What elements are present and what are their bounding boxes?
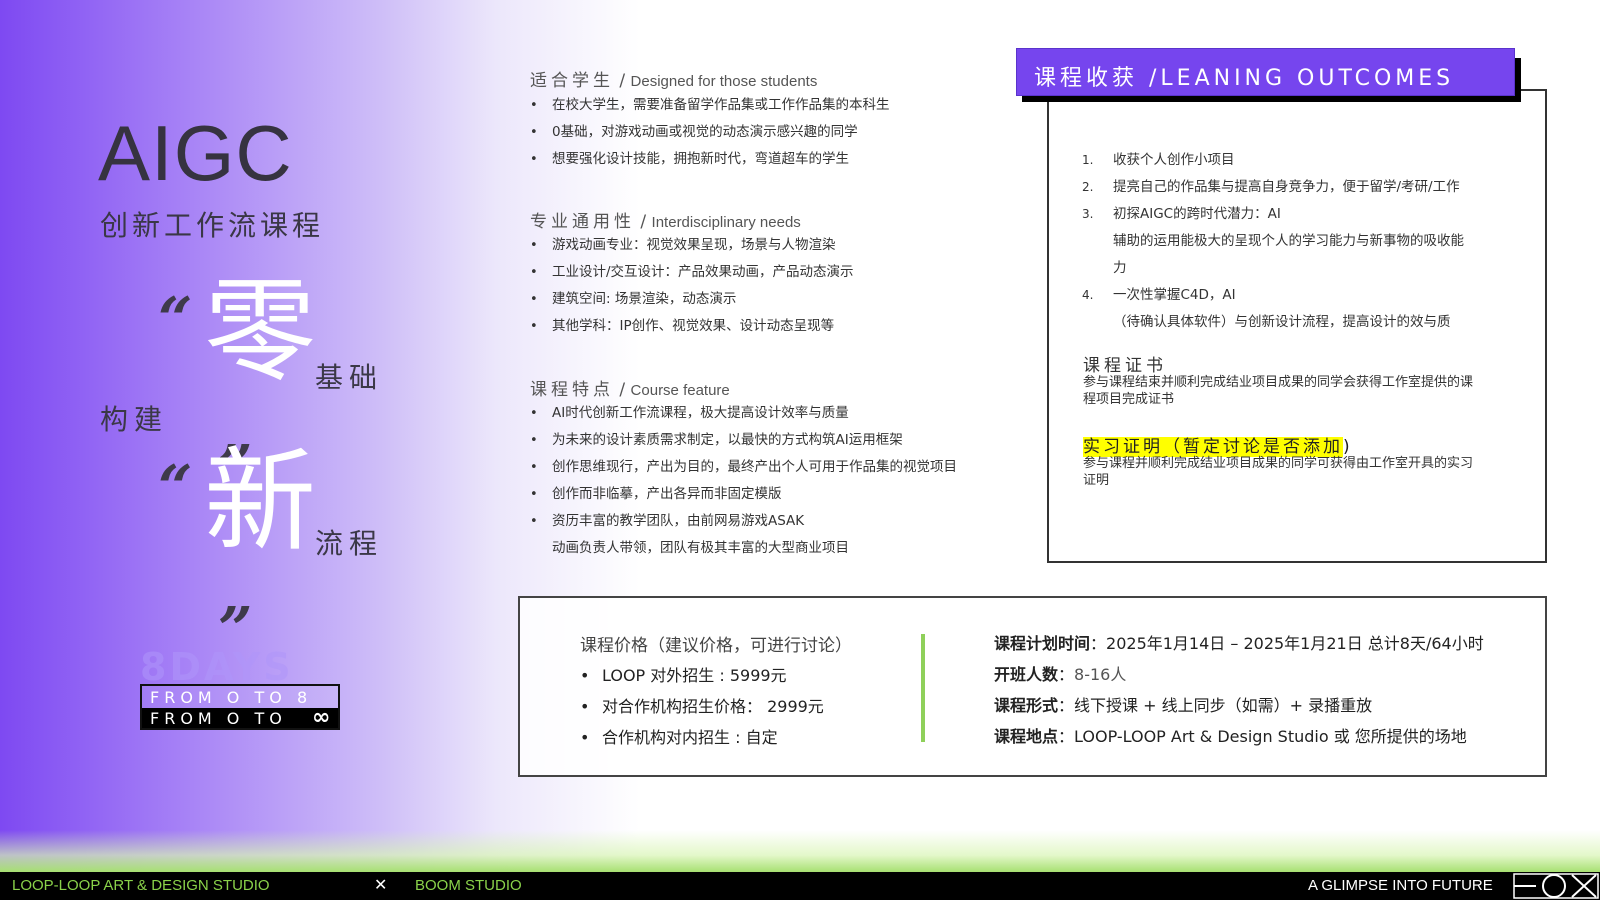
- class-size: 开班人数：8-16人: [994, 665, 1127, 684]
- list-item: （待确认具体软件）与创新设计流程，提高设计的效与质: [1113, 314, 1451, 330]
- list-item: 3. 初探AIGC的跨时代潜力：AI: [1082, 206, 1281, 222]
- price-list: LOOP 对外招生 : 5999元 对合作机构招生价格： 2999元 合作机构对…: [580, 660, 824, 753]
- features-list: AI时代创新工作流课程，极大提高设计效率与质量 为未来的设计素质需求制定，以最快…: [530, 400, 957, 562]
- list-item-continued: 动画负责人带领，团队有极其丰富的大型商业项目: [552, 540, 849, 556]
- course-format: 课程形式：线下授课 + 线上同步（如需）+ 录播重放: [994, 696, 1373, 715]
- list-item: 为未来的设计素质需求制定，以最快的方式构筑AI运用框架: [530, 427, 957, 454]
- hero-char-zero: 零: [204, 267, 316, 397]
- interdisciplinary-list: 游戏动画专业：视觉效果呈现，场景与人物渲染 工业设计/交互设计：产品效果动画，产…: [530, 232, 854, 340]
- list-item: LOOP 对外招生 : 5999元: [580, 660, 824, 691]
- list-item: 力: [1113, 260, 1127, 276]
- close-icon: ✕: [374, 877, 388, 894]
- internship-text: 参与课程并顺利完成结业项目成果的同学可获得由工作室开具的实习证明: [1083, 456, 1474, 488]
- list-item: 4. 一次性掌握C4D，AI: [1082, 287, 1236, 303]
- certificate-title: 课程证书: [1083, 356, 1167, 376]
- days-label: 8DAYS: [140, 645, 294, 689]
- hero-word-build: 构建: [100, 403, 169, 436]
- list-item: 其他学科：IP创作、视觉效果、设计动态呈现等: [530, 313, 854, 340]
- list-item: 0基础，对游戏动画或视觉的动态演示感兴趣的同学: [530, 119, 890, 146]
- from-zero-badge: FROM O TO 8 FROM O TO ∞: [140, 684, 340, 730]
- loop-logo-icon: [1513, 873, 1599, 899]
- outcomes-title: 课程收获 /LEANING OUTCOMES: [1034, 66, 1455, 91]
- hero-title: AIGC: [98, 109, 293, 197]
- features-section-title: 课程特点 / Course feature: [530, 380, 730, 400]
- interdisciplinary-section-title: 专业通用性 / Interdisciplinary needs: [530, 212, 801, 232]
- footer-studio-name: LOOP-LOOP ART & DESIGN STUDIO: [12, 877, 270, 894]
- footer-bar: LOOP-LOOP ART & DESIGN STUDIO ✕ BOOM STU…: [0, 872, 1600, 900]
- outcomes-title-bar: 课程收获 /LEANING OUTCOMES: [1016, 48, 1515, 96]
- list-item: 1. 收获个人创作小项目: [1082, 152, 1235, 168]
- from-line-1: FROM O TO 8: [150, 688, 313, 707]
- list-item: 辅助的运用能极大的呈现个人的学习能力与新事物的吸收能: [1113, 233, 1464, 249]
- list-item: 创作思维现行，产出为目的，最终产出个人可用于作品集的视觉项目: [530, 454, 957, 481]
- list-item: 想要强化设计技能，拥抱新时代，弯道超车的学生: [530, 146, 890, 173]
- course-location: 课程地点：LOOP-LOOP Art & Design Studio 或 您所提…: [994, 727, 1467, 746]
- students-list: 在校大学生，需要准备留学作品集或工作作品集的本科生 0基础，对游戏动画或视觉的动…: [530, 92, 890, 173]
- hero-char-new: 新: [204, 437, 316, 567]
- hero-word-basic: 基础: [315, 361, 384, 394]
- list-item: 2. 提亮自己的作品集与提高自身竞争力，便于留学/考研/工作: [1082, 179, 1460, 195]
- bottom-glow: [0, 830, 1600, 872]
- list-item: 在校大学生，需要准备留学作品集或工作作品集的本科生: [530, 92, 890, 119]
- internship-title: 实习证明（暂定讨论是否添加): [1083, 437, 1353, 457]
- quote-open-1: “: [158, 285, 193, 355]
- schedule-time: 课程计划时间：2025年1月14日 – 2025年1月21日 总计8天/64小时: [994, 634, 1484, 653]
- hero-subtitle: 创新工作流课程: [100, 209, 325, 242]
- hero-word-flow: 流程: [315, 527, 384, 560]
- divider-bar: [921, 634, 925, 742]
- footer-partner-name: BOOM STUDIO: [415, 877, 522, 894]
- list-item: 资历丰富的教学团队，由前网易游戏ASAK: [530, 508, 957, 535]
- list-item: 游戏动画专业：视觉效果呈现，场景与人物渲染: [530, 232, 854, 259]
- footer-slogan: A GLIMPSE INTO FUTURE: [1308, 877, 1493, 894]
- certificate-text: 参与课程结束并顺利完成结业项目成果的同学会获得工作室提供的课程项目完成证书: [1083, 375, 1474, 407]
- quote-open-2: “: [158, 453, 193, 523]
- list-item: 合作机构对内招生 : 自定: [580, 722, 824, 753]
- students-section-title: 适合学生 / Designed for those students: [530, 71, 818, 91]
- list-item: 对合作机构招生价格： 2999元: [580, 691, 824, 722]
- from-line-2: FROM O TO: [150, 709, 287, 728]
- outcomes-list: 1. 收获个人创作小项目 2. 提亮自己的作品集与提高自身竞争力，便于留学/考研/工…: [1082, 147, 1464, 336]
- list-item: 创作而非临摹，产出各异而非固定模版: [530, 481, 957, 508]
- from-line-2-bar: FROM O TO ∞: [142, 705, 338, 730]
- infinity-icon: ∞: [312, 705, 331, 730]
- list-item: 建筑空间: 场景渲染，动态演示: [530, 286, 854, 313]
- list-item: 工业设计/交互设计：产品效果动画，产品动态演示: [530, 259, 854, 286]
- list-item: AI时代创新工作流课程，极大提高设计效率与质量: [530, 400, 957, 427]
- price-title: 课程价格（建议价格，可进行讨论）: [580, 636, 852, 656]
